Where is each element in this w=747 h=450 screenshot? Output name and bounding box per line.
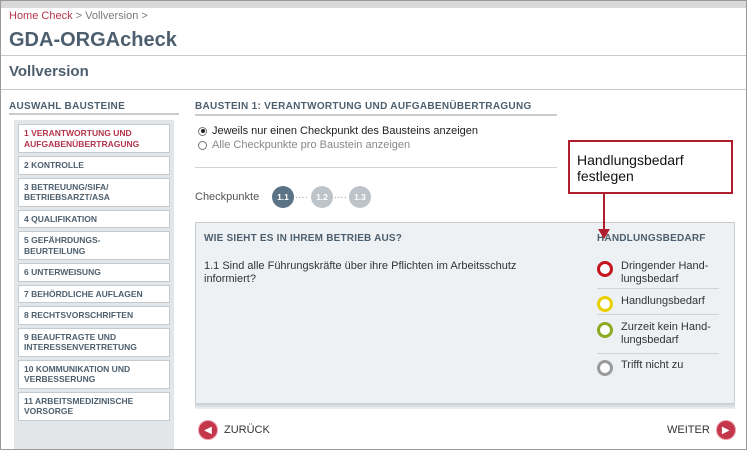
radio-button-selected[interactable] (198, 126, 207, 136)
sidebar-item-kommunikation[interactable]: 10 KOMMUNIKATION UND VERBESSERUNG (18, 359, 170, 389)
divider (1, 89, 746, 90)
question-panel (195, 222, 735, 408)
panel-shadow (195, 403, 735, 409)
breadcrumb-separator: > (141, 10, 148, 22)
checkpoint-dots: .... (295, 190, 309, 201)
back-button[interactable]: ◀ ZURÜCK (198, 420, 270, 440)
green-ring-icon[interactable] (597, 322, 613, 338)
sidebar-item-kontrolle[interactable]: 2 KONTROLLE (18, 156, 170, 175)
next-button[interactable]: WEITER ▶ (667, 420, 736, 440)
sidebar-item-verantwortung[interactable]: 1 VERANTWORTUNG UND AUFGABENÜBERTRAGUNG (18, 124, 170, 153)
breadcrumb-current: Vollversion (85, 10, 139, 22)
sidebar-item-beauftragte[interactable]: 9 BEAUFTRAGTE UND INTERESSENVERTRETUNG (18, 327, 170, 357)
breadcrumb: Home Check > Vollversion > (9, 10, 148, 22)
sidebar-item-unterweisung[interactable]: 6 UNTERWEISUNG (18, 263, 170, 282)
radio-option-single[interactable]: Jeweils nur einen Checkpunkt des Baustei… (198, 125, 478, 137)
arrow-right-icon[interactable]: ▶ (715, 420, 736, 440)
sidebar-item-rechtsvorschriften[interactable]: 8 RECHTSVORSCHRIFTEN (18, 306, 170, 325)
option-kein-handlungsbedarf[interactable]: Zurzeit kein Hand-lungsbedarf (597, 321, 719, 347)
divider (597, 314, 719, 315)
radio-label: Jeweils nur einen Checkpunkt des Baustei… (212, 125, 478, 137)
question-text: 1.1 Sind alle Führungskräfte über ihre P… (204, 260, 517, 285)
sidebar-item-behoerdliche-auflagen[interactable]: 7 BEHÖRDLICHE AUFLAGEN (18, 284, 170, 303)
sidebar-item-qualifikation[interactable]: 4 QUALIFIKATION (18, 209, 170, 228)
divider (195, 167, 557, 168)
divider (1, 55, 746, 56)
sidebar-item-arbeitsmedizin[interactable]: 11 ARBEITSMEDIZINISCHE VORSORGE (18, 391, 170, 421)
radio-option-all[interactable]: Alle Checkpunkte pro Baustein anzeigen (198, 139, 410, 151)
section-heading: BAUSTEIN 1: VERANTWORTUNG UND AUFGABENÜB… (195, 101, 532, 112)
annotation-callout: Handlungsbedarf festlegen (568, 140, 733, 194)
handlungsbedarf-heading: HANDLUNGSBEDARF (597, 233, 706, 244)
arrow-left-icon[interactable]: ◀ (198, 420, 218, 440)
checkpoints-label: Checkpunkte (195, 191, 260, 203)
divider (597, 288, 719, 289)
top-bar (1, 1, 746, 8)
option-handlungsbedarf[interactable]: Handlungsbedarf (597, 295, 719, 312)
sidebar: 1 VERANTWORTUNG UND AUFGABENÜBERTRAGUNG … (14, 120, 174, 449)
checkpoint-step-1-3[interactable]: 1.3 (349, 186, 371, 208)
option-label: Trifft nicht zu (621, 359, 684, 371)
radio-button[interactable] (198, 140, 207, 150)
divider (597, 353, 719, 354)
option-label: Handlungsbedarf (621, 295, 705, 307)
annotation-arrow-head (598, 229, 610, 239)
gray-ring-icon[interactable] (597, 360, 613, 376)
question-heading: WIE SIEHT ES IN IHREM BETRIEB AUS? (204, 233, 403, 244)
next-button-label: WEITER (667, 424, 710, 436)
option-dringender-handlungsbedarf[interactable]: Dringender Hand-lungsbedarf (597, 260, 719, 286)
checkpoint-dots: .... (334, 190, 348, 201)
checkpoint-step-1-1[interactable]: 1.1 (272, 186, 294, 208)
divider (195, 114, 557, 116)
checkpoint-step-1-2[interactable]: 1.2 (311, 186, 333, 208)
page-subtitle: Vollversion (9, 63, 89, 80)
sidebar-item-gefaehrdungsbeurteilung[interactable]: 5 GEFÄHRDUNGS- BEURTEILUNG (18, 231, 170, 260)
yellow-ring-icon[interactable] (597, 296, 613, 312)
page-title: GDA-ORGAcheck (9, 29, 177, 51)
app-window: Home Check > Vollversion > GDA-ORGAcheck… (0, 0, 747, 450)
option-label: Dringender Hand-lungsbedarf (621, 260, 709, 285)
sidebar-item-betreuung[interactable]: 3 BETREUUNG/SIFA/ BETRIEBSARZT/ASA (18, 177, 170, 207)
radio-label: Alle Checkpunkte pro Baustein anzeigen (212, 139, 411, 151)
breadcrumb-separator: > (75, 10, 83, 22)
red-ring-icon[interactable] (597, 261, 613, 277)
option-trifft-nicht-zu[interactable]: Trifft nicht zu (597, 359, 719, 376)
divider (9, 113, 179, 115)
option-label: Zurzeit kein Hand-lungsbedarf (621, 321, 711, 346)
back-button-label: ZURÜCK (224, 424, 270, 436)
annotation-arrow (603, 194, 605, 232)
sidebar-heading: AUSWAHL BAUSTEINE (9, 101, 126, 112)
breadcrumb-home-link[interactable]: Home Check (9, 10, 73, 22)
